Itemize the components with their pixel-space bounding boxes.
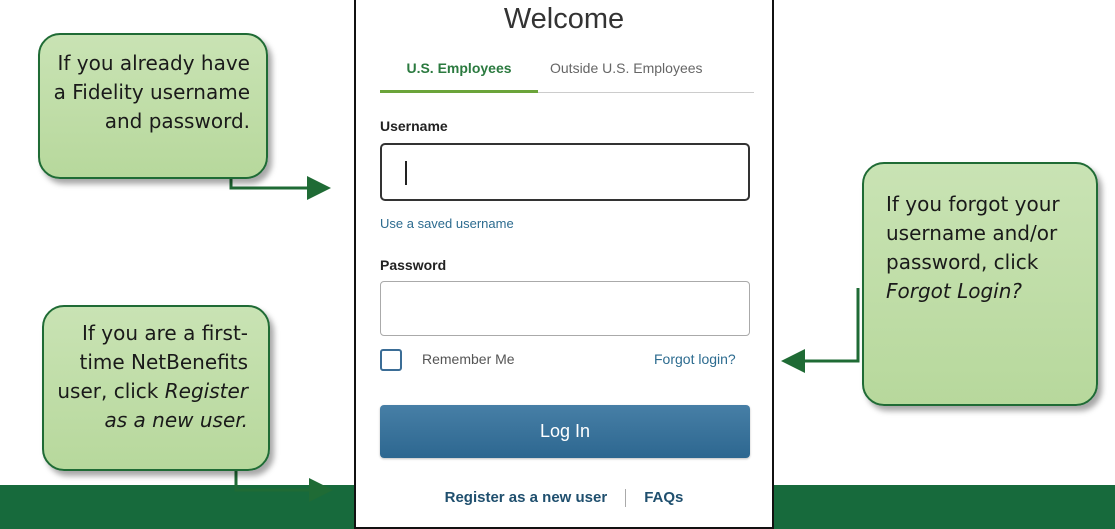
callout-forgot-emphasis: Forgot Login? (886, 279, 1023, 303)
login-button[interactable]: Log In (380, 405, 750, 458)
callout-forgot-login: If you forgot your username and/or passw… (862, 162, 1098, 406)
tab-outside-us-employees[interactable]: Outside U.S. Employees (550, 60, 703, 76)
arrow-to-register (234, 468, 333, 502)
text-caret (405, 161, 407, 185)
username-input[interactable] (380, 143, 750, 201)
password-label: Password (380, 257, 447, 273)
faqs-link[interactable]: FAQs (644, 489, 683, 506)
callout-forgot-text: If you forgot your username and/or passw… (886, 192, 1060, 274)
arrow-to-forgot (781, 288, 860, 373)
login-panel: Welcome U.S. Employees Outside U.S. Empl… (354, 0, 774, 529)
footer-links: Register as a new user FAQs (356, 489, 772, 508)
password-input[interactable] (380, 281, 750, 336)
login-tabs: U.S. Employees Outside U.S. Employees (380, 60, 754, 93)
callout-existing-user-text: If you already have a Fidelity username … (53, 51, 250, 133)
username-label: Username (380, 118, 448, 134)
forgot-login-link[interactable]: Forgot login? (654, 351, 736, 367)
remember-me-checkbox[interactable] (380, 349, 402, 371)
remember-me-label[interactable]: Remember Me (422, 351, 515, 367)
tab-us-employees[interactable]: U.S. Employees (380, 60, 538, 93)
page-title: Welcome (503, 3, 625, 35)
callout-existing-user: If you already have a Fidelity username … (38, 33, 268, 179)
saved-username-link[interactable]: Use a saved username (380, 216, 514, 231)
register-link[interactable]: Register as a new user (445, 489, 608, 506)
callout-new-user: If you are a first-time NetBenefits user… (42, 305, 270, 471)
link-divider (625, 489, 627, 508)
